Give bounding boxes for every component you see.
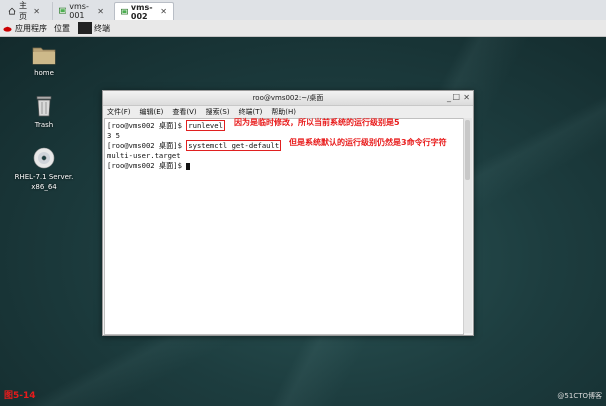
text-cursor [186, 162, 191, 170]
tab-vms-002[interactable]: vms-002 ✕ [114, 2, 174, 21]
terminal-window[interactable]: roo@vms002:~/桌面 _ □ ✕ 文件(F) 编辑(E) 查看(V) … [102, 90, 474, 336]
tab-home[interactable]: 主页 ✕ [2, 1, 46, 21]
home-label: home [34, 69, 54, 77]
prompt: [roo@vms002 桌面]$ [107, 141, 182, 150]
home-icon [8, 7, 16, 15]
terminal-title: roo@vms002:~/桌面 [252, 94, 324, 102]
menu-view[interactable]: 查看(V) [172, 107, 196, 117]
trash-label: Trash [34, 121, 54, 129]
scrollbar-thumb[interactable] [465, 120, 470, 180]
terminal-line-3: [roo@vms002 桌面]$ systemctl get-default [107, 140, 282, 151]
command-runlevel: runlevel [186, 120, 225, 131]
menu-search[interactable]: 搜索(S) [206, 107, 230, 117]
desktop-icon-home[interactable]: home [14, 45, 74, 78]
folder-icon [32, 47, 56, 65]
terminal-app-icon [78, 22, 92, 34]
close-icon[interactable]: ✕ [33, 7, 40, 16]
top-panel: 应用程序 位置 终端 [0, 20, 606, 37]
tab-home-label: 主页 [19, 1, 28, 21]
close-icon[interactable]: ✕ [463, 91, 470, 105]
vm-icon [121, 8, 128, 14]
output-runlevel: 3 5 [107, 131, 120, 140]
menu-terminal[interactable]: 终端(T) [239, 107, 263, 117]
annotation-get-default: 但是系统默认的运行级别仍然是3命令行字符 [289, 138, 447, 147]
minimize-icon[interactable]: _ [447, 91, 451, 105]
places-menu[interactable]: 位置 [54, 22, 70, 34]
desktop-icon-trash[interactable]: Trash [14, 95, 74, 130]
terminal-titlebar[interactable]: roo@vms002:~/桌面 _ □ ✕ [103, 91, 473, 106]
redhat-icon [3, 26, 12, 32]
figure-label: 图5-14 [4, 391, 36, 401]
terminal-label: 终端 [94, 23, 110, 33]
maximize-icon[interactable]: □ [452, 90, 460, 104]
terminal-output[interactable]: [roo@vms002 桌面]$ runlevel 3 5 [roo@vms00… [104, 118, 464, 335]
applications-menu[interactable]: 应用程序 [3, 22, 47, 34]
applications-label: 应用程序 [15, 23, 47, 33]
annotation-runlevel: 因为是临时修改，所以当前系统的运行级别是5 [234, 118, 400, 127]
host-tab-bar: 主页 ✕ vms-001 ✕ vms-002 ✕ [0, 0, 606, 21]
desktop-icon-disc[interactable]: RHEL-7.1 Server. x86_64 [14, 147, 74, 192]
close-icon[interactable]: ✕ [160, 7, 167, 16]
menu-help[interactable]: 帮助(H) [271, 107, 296, 117]
trash-icon [36, 96, 52, 117]
terminal-scrollbar[interactable] [463, 118, 472, 333]
terminal-line-4: multi-user.target [107, 151, 181, 160]
disc-label-line2: x86_64 [31, 183, 57, 191]
terminal-line-2: 3 5 [107, 131, 120, 140]
prompt: [roo@vms002 桌面]$ [107, 121, 182, 130]
command-get-default: systemctl get-default [186, 140, 282, 151]
output-get-default: multi-user.target [107, 151, 181, 160]
disc-icon [33, 147, 55, 169]
menu-edit[interactable]: 编辑(E) [140, 107, 164, 117]
terminal-menu[interactable]: 终端 [78, 22, 110, 34]
tab-vms-001[interactable]: vms-001 ✕ [52, 2, 110, 20]
tab-vms-002-label: vms-002 [130, 2, 153, 21]
vm-icon [59, 7, 67, 14]
places-label: 位置 [54, 23, 70, 33]
disc-label-line1: RHEL-7.1 Server. [14, 173, 74, 181]
tab-vms-001-label: vms-001 [69, 2, 89, 20]
terminal-line-5: [roo@vms002 桌面]$ [107, 161, 191, 171]
prompt: [roo@vms002 桌面]$ [107, 161, 182, 170]
close-icon[interactable]: ✕ [97, 7, 104, 16]
watermark: @51CTO博客 [557, 392, 602, 400]
terminal-line-1: [roo@vms002 桌面]$ runlevel [107, 120, 225, 131]
menu-file[interactable]: 文件(F) [107, 107, 131, 117]
